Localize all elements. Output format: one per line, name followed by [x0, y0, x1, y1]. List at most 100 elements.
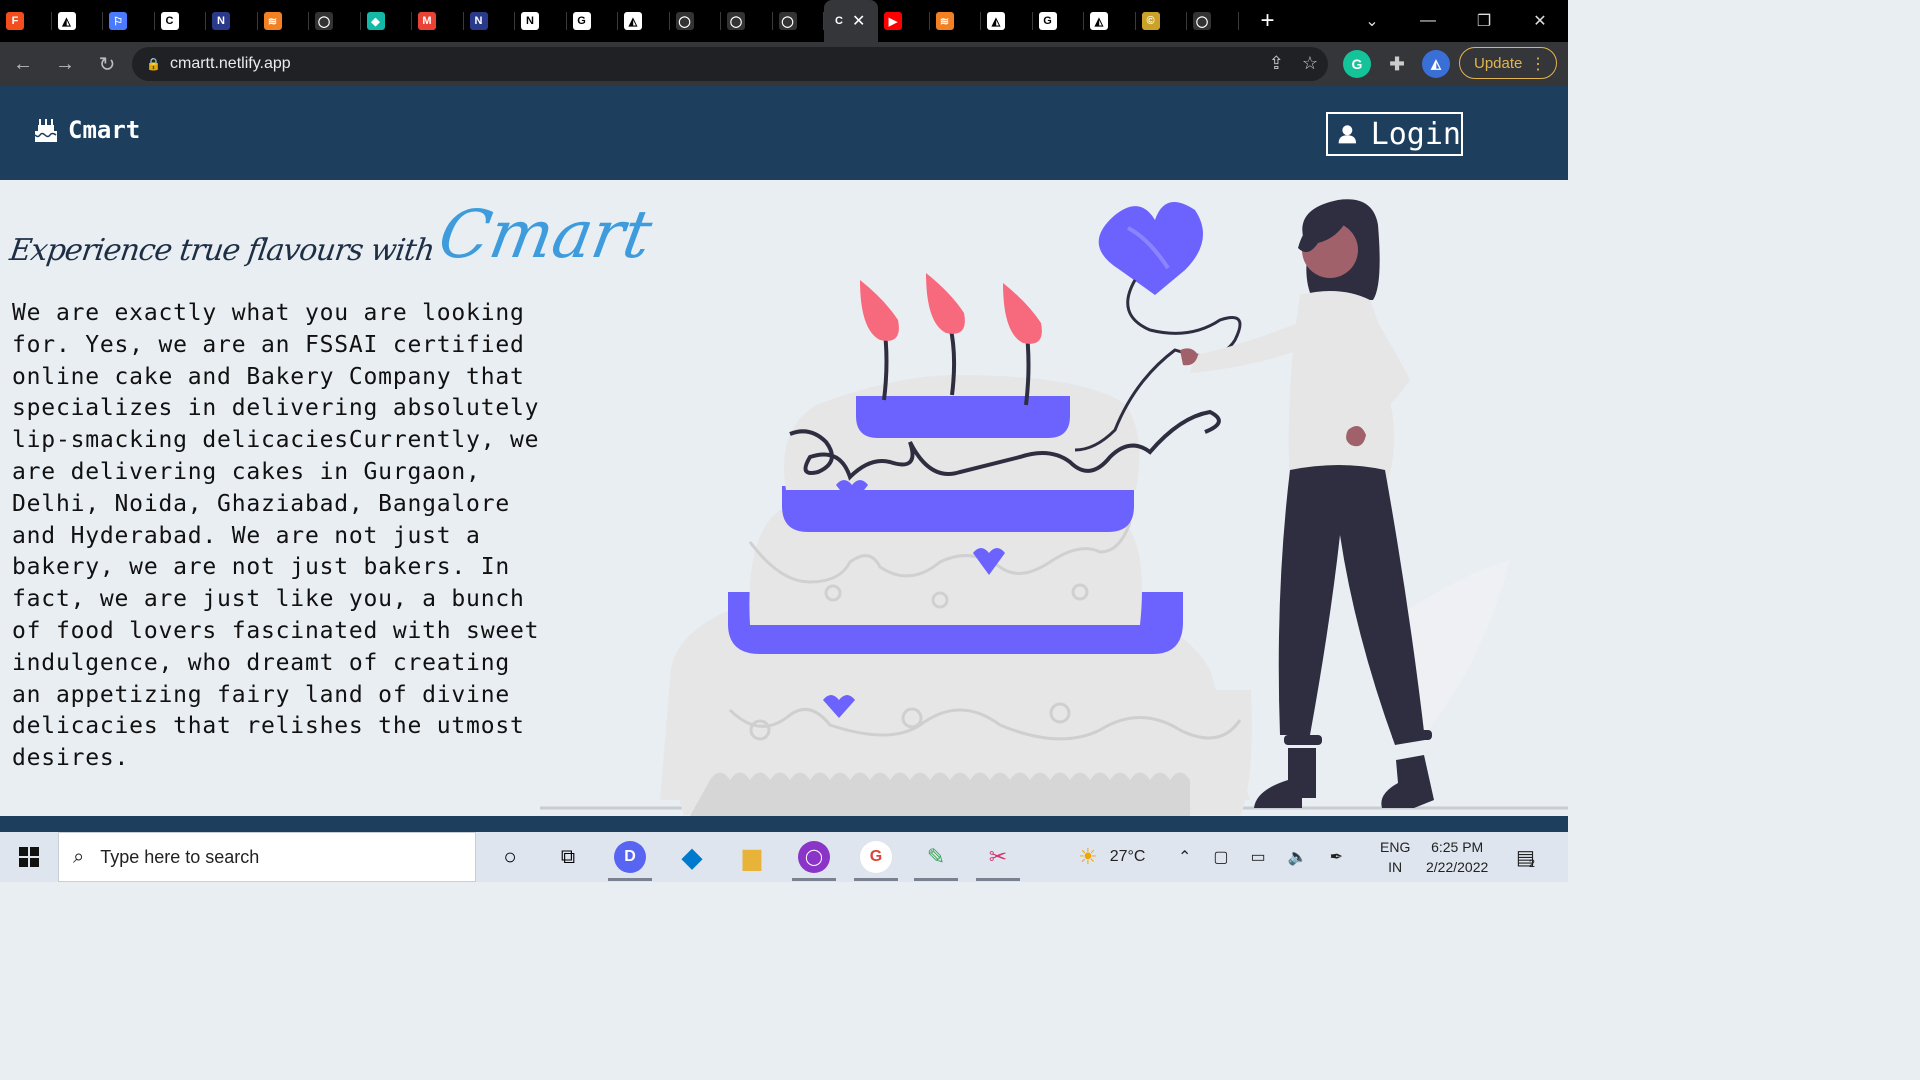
browser-tab[interactable]: ◭ — [52, 0, 104, 42]
browser-tab[interactable]: ◯ — [721, 0, 773, 42]
browser-tab[interactable]: ◭ — [1084, 0, 1136, 42]
forward-button[interactable]: → — [46, 45, 84, 83]
profile-avatar[interactable]: ◭ — [1422, 50, 1450, 78]
update-button[interactable]: Update ⋮ — [1459, 47, 1557, 79]
notion-icon: N — [521, 12, 539, 30]
cortana-icon[interactable]: ○ — [494, 841, 526, 873]
extensions-puzzle-icon[interactable]: ✚ — [1383, 50, 1411, 78]
stackoverflow-icon: ≋ — [935, 12, 954, 30]
browser-tab[interactable]: ◆ — [361, 0, 413, 42]
task-view-icon[interactable]: ⧉ — [552, 841, 584, 873]
browser-tab[interactable]: F — [0, 0, 52, 42]
taskbar-search-box[interactable]: ⌕ Type here to search — [58, 832, 476, 882]
browser-tab[interactable]: ▶ — [878, 0, 930, 42]
paint-icon[interactable]: ✎ — [914, 841, 958, 881]
clock-time: 6:25 PM — [1431, 839, 1484, 855]
browser-tab[interactable]: M — [412, 0, 464, 42]
browser-tab[interactable]: C — [155, 0, 207, 42]
github-icon: ◯ — [675, 12, 694, 30]
lang-top: ENG — [1380, 839, 1411, 855]
browser-tab[interactable]: © — [1136, 0, 1188, 42]
figma-icon: F — [6, 12, 24, 30]
browser-toolbar: ← → ↻ 🔒 ⇪ ☆ — [0, 42, 1568, 86]
pen-icon[interactable]: ✒ — [1330, 847, 1343, 867]
browser-tab-strip: F ◭ ⚐ C N ≋ ◯ ◆ M N N G ◭ ◯ ◯ ◯ C ✕ ▶ ≋ ◭ G ◭ © ◯ + ⌄ — ❐ ✕ — [0, 0, 1568, 42]
volume-icon[interactable]: 🔈 — [1288, 847, 1308, 867]
chrome-icon[interactable]: G — [854, 841, 898, 881]
github-icon: ◯ — [727, 12, 745, 30]
windows-logo-icon — [19, 847, 39, 867]
candle-flame-2 — [926, 273, 965, 334]
browser-tab[interactable]: ≋ — [258, 0, 310, 42]
doc-icon: ◭ — [1090, 12, 1108, 30]
neog-icon: N — [212, 12, 230, 30]
clock[interactable]: 6:25 PM 2/22/2022 — [1426, 832, 1488, 882]
doc-icon: ◭ — [987, 12, 1005, 30]
google-icon: G — [1038, 12, 1057, 30]
candle-flame-3 — [1003, 283, 1042, 344]
lock-icon[interactable]: 🔒 — [146, 57, 161, 71]
browser-tab[interactable]: ◯ — [670, 0, 722, 42]
browser-tab[interactable]: ◭ — [618, 0, 670, 42]
chevron-up-icon[interactable]: ⌃ — [1178, 847, 1191, 867]
restore-button[interactable]: ❐ — [1456, 11, 1512, 31]
user-icon — [1338, 125, 1357, 144]
discord-icon[interactable]: D — [608, 841, 652, 881]
back-button[interactable]: ← — [4, 45, 42, 83]
close-tab-icon[interactable]: ✕ — [852, 11, 865, 31]
browser-tab[interactable]: ≋ — [930, 0, 982, 42]
hero-section: Experience true flavours with Cmart We a… — [0, 180, 1568, 816]
browser-tab[interactable]: N — [515, 0, 567, 42]
browser-tab[interactable]: ◯ — [309, 0, 361, 42]
tab-search-icon[interactable]: ⌄ — [1344, 11, 1400, 31]
grammarly-extension-icon[interactable]: G — [1343, 50, 1371, 78]
c-icon: C — [830, 12, 848, 30]
site-footer — [0, 816, 1568, 832]
language-indicator[interactable]: ENG IN — [1380, 832, 1410, 882]
reload-button[interactable]: ↻ — [88, 45, 126, 83]
vscode-icon[interactable]: ◆ — [676, 841, 708, 873]
brand[interactable]: Cmart — [34, 116, 140, 144]
browser-tab[interactable]: N — [206, 0, 258, 42]
share-icon[interactable]: ⇪ — [1269, 53, 1284, 74]
url-input[interactable] — [170, 55, 1070, 73]
browser-tab[interactable]: G — [1033, 0, 1085, 42]
site-header: Cmart Login — [0, 86, 1568, 180]
weather-sun-icon: ☀ — [1078, 844, 1098, 869]
search-placeholder: Type here to search — [100, 846, 260, 867]
new-tab-button[interactable]: + — [1253, 7, 1283, 35]
clock-date: 2/22/2022 — [1426, 859, 1489, 875]
browser-tab[interactable]: ◯ — [773, 0, 825, 42]
browser-tab[interactable]: C ✕ — [824, 0, 878, 42]
system-tray-icons: ⌃ ▢ ▭ 🔈 ✒ — [1178, 832, 1343, 882]
github-desktop-icon[interactable]: ◯ — [792, 841, 836, 881]
meet-now-icon[interactable]: ▢ — [1213, 847, 1228, 867]
browser-tab[interactable]: N — [464, 0, 516, 42]
login-button[interactable]: Login — [1326, 112, 1463, 156]
weather-temp: 27°C — [1109, 848, 1146, 865]
close-window-button[interactable]: ✕ — [1512, 11, 1568, 31]
menu-dots-icon[interactable]: ⋮ — [1530, 54, 1546, 74]
battery-icon[interactable]: ▭ — [1251, 847, 1266, 867]
c-icon: C — [160, 12, 179, 30]
browser-tab[interactable]: ◭ — [981, 0, 1033, 42]
cake-band-top — [782, 486, 1134, 532]
google-icon: G — [572, 12, 591, 30]
gmail-icon: M — [418, 12, 436, 30]
file-explorer-icon[interactable]: ▆ — [736, 841, 768, 873]
minimize-button[interactable]: — — [1400, 12, 1456, 30]
github-icon: ◯ — [315, 12, 333, 30]
neog-icon: N — [469, 12, 488, 30]
stackoverflow-icon: ≋ — [263, 12, 282, 30]
browser-tab[interactable]: ⚐ — [103, 0, 155, 42]
browser-tab[interactable]: G — [567, 0, 619, 42]
windows-start-button[interactable] — [0, 832, 58, 882]
notification-center-icon[interactable]: ▤ 2 — [1516, 832, 1535, 882]
browser-tab[interactable]: ◯ — [1187, 0, 1239, 42]
bookmark-star-icon[interactable]: ☆ — [1302, 53, 1318, 74]
address-bar[interactable]: 🔒 ⇪ ☆ — [132, 47, 1328, 81]
hero-description: We are exactly what you are looking for.… — [12, 300, 540, 772]
weather-widget[interactable]: ☀ 27°C — [1078, 832, 1145, 882]
snipping-tool-icon[interactable]: ✂ — [976, 841, 1020, 881]
notification-count: 2 — [1528, 858, 1536, 870]
